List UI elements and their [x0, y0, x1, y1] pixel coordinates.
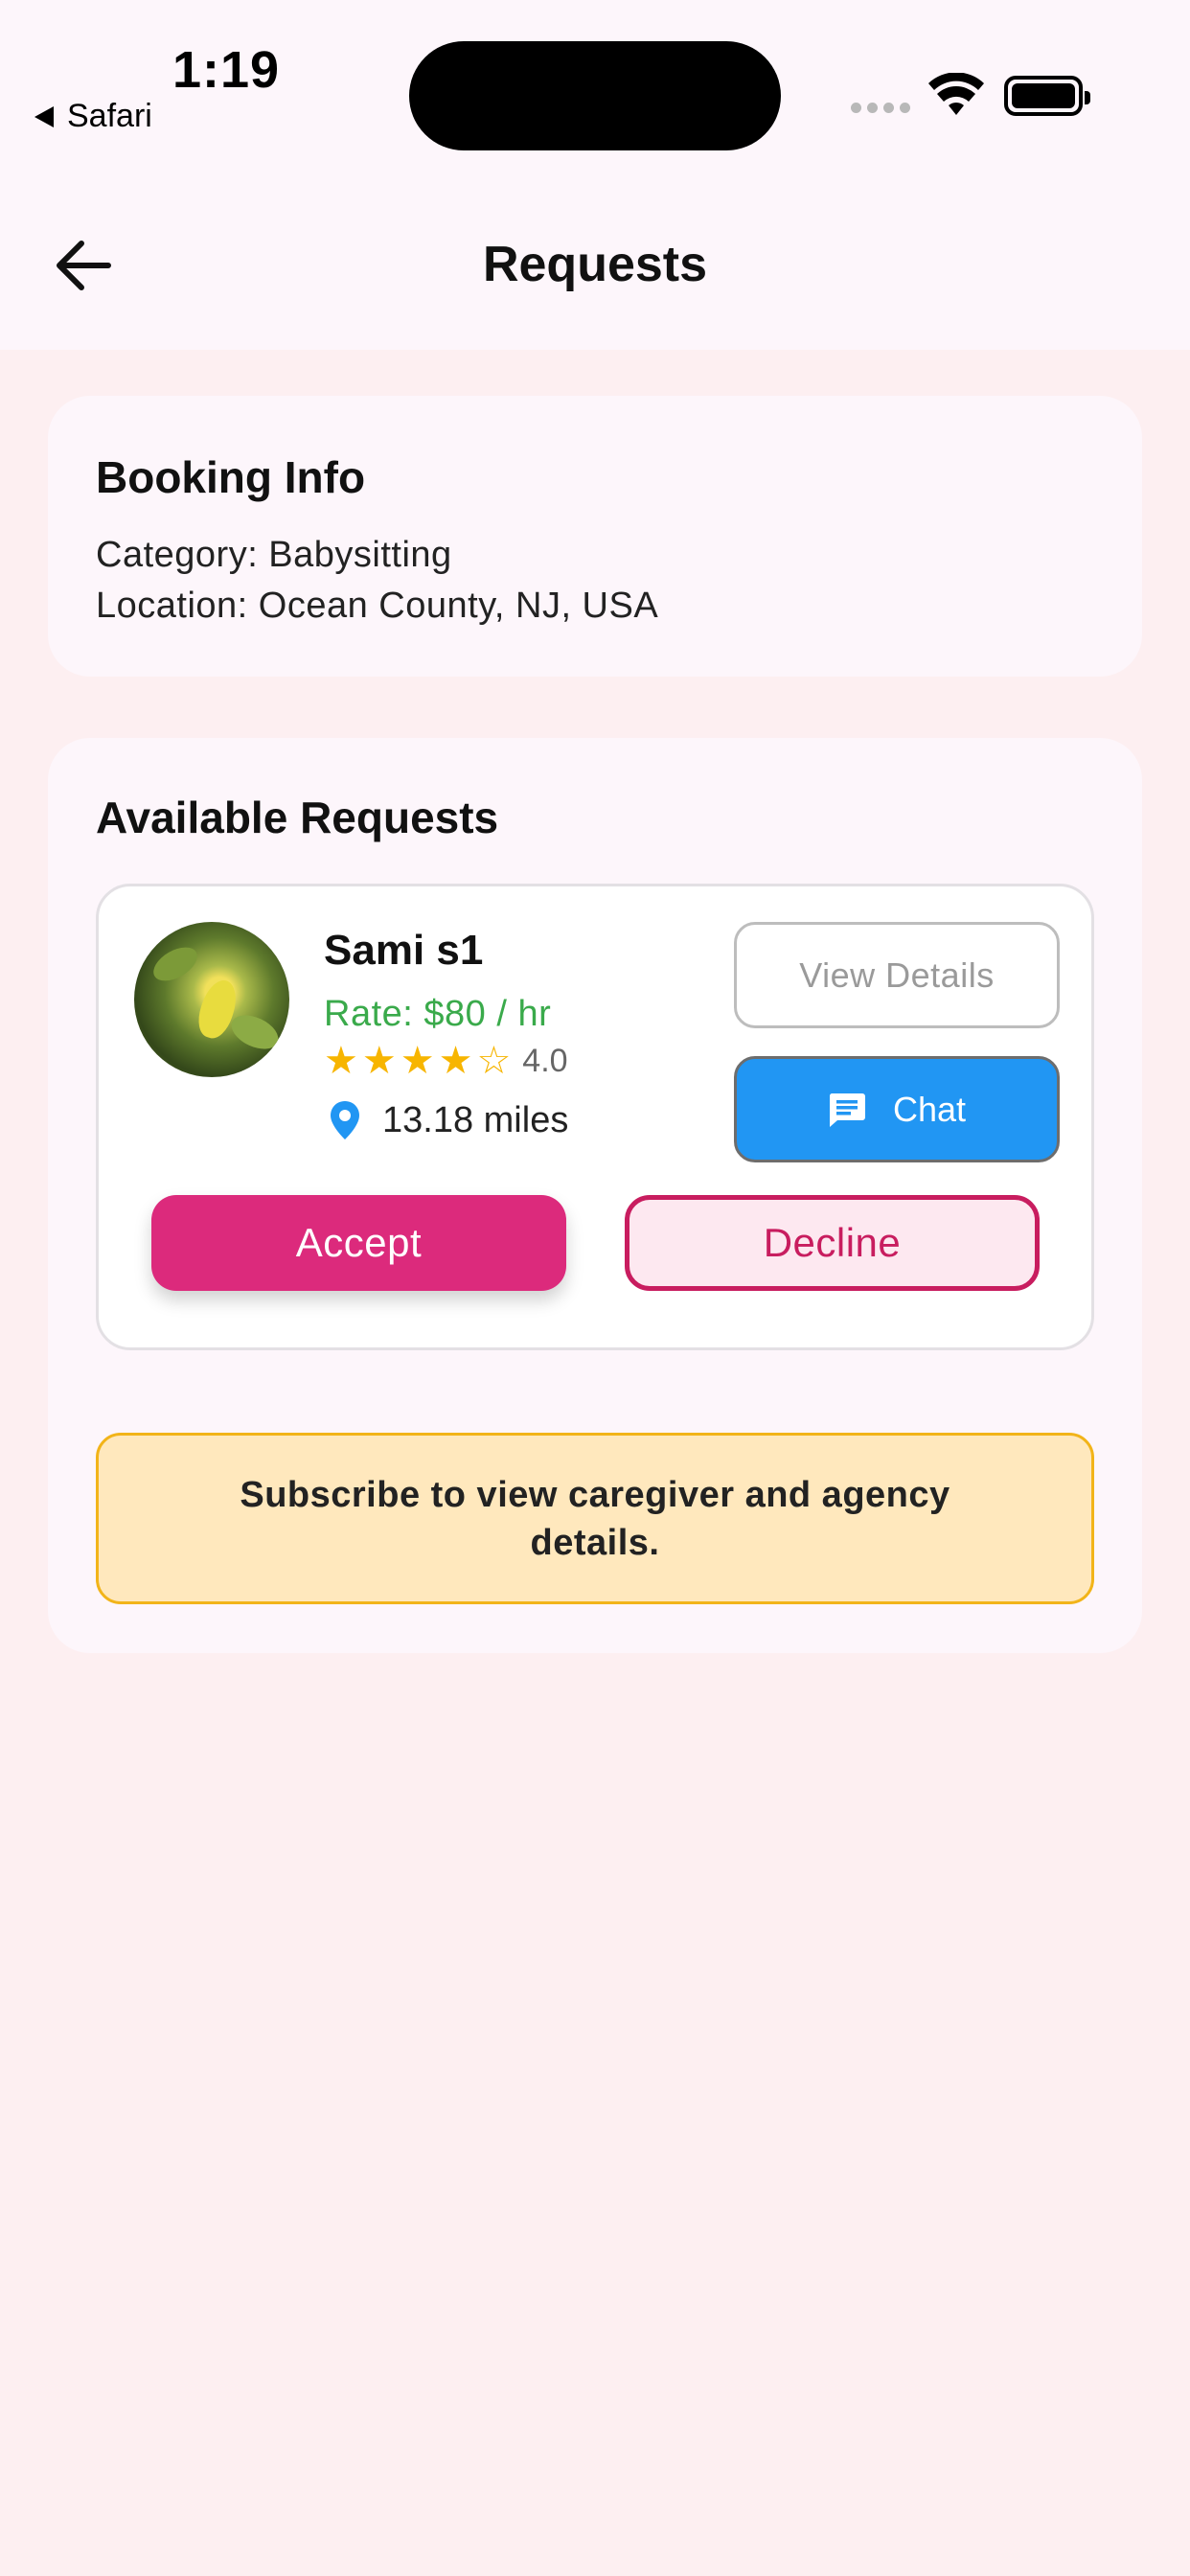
star-outline-icon: ☆: [476, 1040, 512, 1082]
star-filled-icon: ★: [324, 1040, 358, 1082]
back-triangle-icon: [34, 105, 54, 127]
booking-info-heading: Booking Info: [96, 452, 366, 502]
caregiver-rate: Rate: $80 / hr: [324, 994, 552, 1034]
available-requests-card: Available Requests Sami s1 Rate: $80 / h…: [48, 738, 1142, 1653]
back-to-safari-link[interactable]: Safari: [34, 98, 152, 135]
star-filled-icon: ★: [361, 1040, 397, 1082]
back-to-safari-label: Safari: [67, 98, 152, 134]
chat-button[interactable]: Chat: [734, 1056, 1060, 1162]
available-requests-heading: Available Requests: [96, 793, 499, 842]
star-filled-icon: ★: [438, 1040, 473, 1082]
requests-screen: 1:19 Safari Requests Booking Info Catego…: [0, 0, 1190, 2576]
top-bar: 1:19 Safari Requests: [0, 0, 1190, 350]
caregiver-name: Sami s1: [324, 927, 484, 974]
wifi-icon: [928, 73, 984, 115]
request-item: Sami s1 Rate: $80 / hr ★ ★ ★ ★ ☆ 4.0 13.…: [96, 884, 1094, 1350]
booking-category: Category: Babysitting: [96, 535, 452, 575]
subscribe-notice: Subscribe to view caregiver and agency d…: [96, 1433, 1094, 1604]
battery-icon: [1004, 76, 1090, 116]
view-details-button[interactable]: View Details: [734, 922, 1060, 1028]
dynamic-island: [409, 41, 781, 150]
distance-label: 13.18 miles: [382, 1099, 569, 1140]
rating-value: 4.0: [522, 1042, 568, 1079]
avatar: [134, 922, 289, 1077]
decline-button[interactable]: Decline: [625, 1195, 1040, 1291]
distance: 13.18 miles: [329, 1099, 568, 1141]
chat-icon: [829, 1092, 865, 1127]
status-time: 1:19: [172, 41, 281, 99]
accept-button[interactable]: Accept: [151, 1195, 566, 1291]
booking-location: Location: Ocean County, NJ, USA: [96, 586, 659, 626]
page-title: Requests: [482, 237, 708, 292]
cellular-signal-icon: [851, 103, 910, 113]
location-pin-icon: [331, 1101, 359, 1139]
star-filled-icon: ★: [400, 1040, 435, 1082]
chat-label: Chat: [892, 1089, 967, 1129]
booking-info-card: Booking Info Category: Babysitting Locat…: [48, 396, 1142, 677]
rating-stars: ★ ★ ★ ★ ☆ 4.0: [324, 1042, 568, 1080]
